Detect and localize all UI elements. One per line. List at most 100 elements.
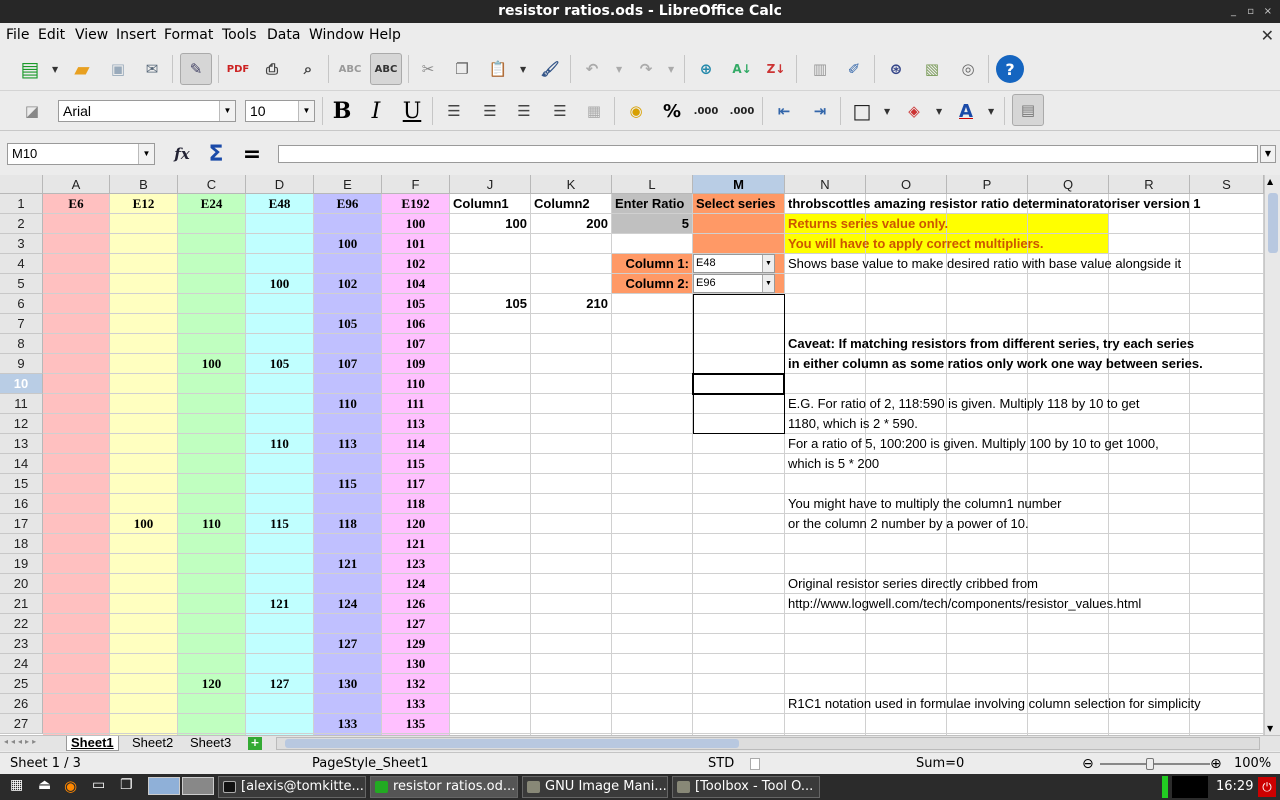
column-header-s[interactable]: S: [1190, 175, 1264, 194]
row-header-20[interactable]: 20: [0, 574, 43, 594]
column-header-c[interactable]: C: [178, 175, 246, 194]
sort-ascending-icon[interactable]: A↓: [728, 55, 756, 83]
column-header-m[interactable]: M: [693, 175, 785, 194]
menu-tools[interactable]: Tools: [222, 27, 257, 43]
new-dropdown-icon[interactable]: ▼: [52, 65, 58, 74]
draw-functions-icon[interactable]: ✐: [840, 55, 868, 83]
select-all-corner[interactable]: [0, 175, 43, 194]
chevron-down-icon[interactable]: ▼: [298, 101, 314, 121]
background-color-icon[interactable]: ◈: [900, 97, 928, 125]
workspace-1[interactable]: [148, 777, 180, 795]
row-header-12[interactable]: 12: [0, 414, 43, 434]
row-header-15[interactable]: 15: [0, 474, 43, 494]
zoom-in-icon[interactable]: ⊕: [1210, 753, 1222, 775]
undo-dropdown-icon[interactable]: ▼: [616, 65, 622, 74]
row-header-3[interactable]: 3: [0, 234, 43, 254]
vertical-scrollbar[interactable]: ▲ ▼: [1264, 175, 1280, 735]
row-header-22[interactable]: 22: [0, 614, 43, 634]
column-header-k[interactable]: K: [531, 175, 612, 194]
maximize-button[interactable]: ▫: [1247, 0, 1254, 23]
column-header-p[interactable]: P: [947, 175, 1028, 194]
spreadsheet-grid[interactable]: ABCDEFJKLMNOPQRS 1 2 3 4 5 6 7 8 9 10 11 12 13 14 15 16…: [0, 175, 1264, 735]
borders-icon[interactable]: □: [848, 97, 876, 125]
background-dropdown-icon[interactable]: ▼: [936, 107, 942, 116]
align-center-icon[interactable]: ☰: [476, 97, 504, 125]
font-color-dropdown-icon[interactable]: ▼: [988, 107, 994, 116]
tab-sheet1[interactable]: Sheet1: [66, 736, 119, 751]
row-header-13[interactable]: 13: [0, 434, 43, 454]
power-icon[interactable]: ⏻: [1258, 777, 1276, 797]
close-window-button[interactable]: ×: [1264, 0, 1272, 23]
data-sources-icon[interactable]: ◎: [954, 55, 982, 83]
tab-navigation-icon[interactable]: ◂◂◂▸▸: [4, 737, 39, 746]
formula-input[interactable]: [278, 145, 1258, 163]
save-icon[interactable]: ▣: [104, 55, 132, 83]
app-menu-icon[interactable]: ▦: [10, 777, 23, 793]
menu-help[interactable]: Help: [369, 27, 401, 43]
zoom-level[interactable]: 100%: [1234, 753, 1271, 775]
row-header-19[interactable]: 19: [0, 554, 43, 574]
zoom-slider-handle[interactable]: [1146, 758, 1154, 770]
scroll-down-icon[interactable]: ▼: [1267, 724, 1273, 733]
row-header-6[interactable]: 6: [0, 294, 43, 314]
help-icon[interactable]: ?: [996, 55, 1024, 83]
copy-icon[interactable]: ❐: [448, 55, 476, 83]
export-pdf-icon[interactable]: PDF: [224, 55, 252, 83]
sum-display[interactable]: Sum=0: [916, 753, 964, 775]
page-style[interactable]: PageStyle_Sheet1: [312, 753, 428, 775]
cell-k2[interactable]: 200: [534, 214, 608, 234]
row-header-10[interactable]: 10: [0, 374, 43, 394]
row-header-1[interactable]: 1: [0, 194, 43, 214]
row-header-26[interactable]: 26: [0, 694, 43, 714]
sidebar-toggle-icon[interactable]: ▤: [1012, 94, 1044, 126]
row-header-7[interactable]: 7: [0, 314, 43, 334]
show-desktop-icon[interactable]: ❐: [120, 777, 133, 793]
delete-decimal-button[interactable]: .000: [728, 97, 756, 125]
new-document-icon[interactable]: ▤: [16, 55, 44, 83]
email-icon[interactable]: ✉: [138, 55, 166, 83]
italic-button[interactable]: I: [362, 97, 390, 125]
firefox-icon[interactable]: ◉: [64, 777, 77, 795]
column2-series-dropdown[interactable]: E96 ▼: [693, 274, 775, 293]
row-header-2[interactable]: 2: [0, 214, 43, 234]
increase-indent-icon[interactable]: ⇥: [806, 97, 834, 125]
zoom-slider[interactable]: [1100, 763, 1210, 765]
chevron-down-icon[interactable]: ▼: [219, 101, 235, 121]
chevron-down-icon[interactable]: ▼: [762, 275, 774, 292]
terminal-icon[interactable]: ▭: [92, 777, 105, 793]
sum-icon[interactable]: Σ: [202, 140, 230, 168]
menu-edit[interactable]: Edit: [38, 27, 65, 43]
print-icon[interactable]: ⎙: [258, 55, 286, 83]
percent-button[interactable]: %: [658, 97, 686, 125]
row-header-5[interactable]: 5: [0, 274, 43, 294]
menu-data[interactable]: Data: [267, 27, 300, 43]
row-header-11[interactable]: 11: [0, 394, 43, 414]
row-header-25[interactable]: 25: [0, 674, 43, 694]
cut-icon[interactable]: ✂: [414, 55, 442, 83]
column-header-j[interactable]: J: [450, 175, 531, 194]
row-header-21[interactable]: 21: [0, 594, 43, 614]
chevron-down-icon[interactable]: ▼: [138, 144, 154, 164]
autospellcheck-icon[interactable]: ABC: [370, 53, 402, 85]
close-document-icon[interactable]: ✕: [1261, 26, 1274, 45]
navigator-icon[interactable]: ⊛: [882, 55, 910, 83]
redo-dropdown-icon[interactable]: ▼: [668, 65, 674, 74]
sort-descending-icon[interactable]: Z↓: [762, 55, 790, 83]
paste-icon[interactable]: 📋: [484, 55, 512, 83]
column1-series-dropdown[interactable]: E48 ▼: [693, 254, 775, 273]
gallery-icon[interactable]: ▧: [918, 55, 946, 83]
horizontal-scrollbar[interactable]: [276, 737, 1260, 750]
currency-icon[interactable]: ◉: [622, 97, 650, 125]
task-toolbox[interactable]: [Toolbox - Tool O...: [672, 776, 820, 798]
merge-cells-icon[interactable]: ▦: [580, 97, 608, 125]
vertical-scroll-thumb[interactable]: [1268, 193, 1278, 253]
column-header-l[interactable]: L: [612, 175, 693, 194]
menu-format[interactable]: Format: [164, 27, 213, 43]
redo-icon[interactable]: ↷: [632, 55, 660, 83]
cell-j2[interactable]: 100: [453, 214, 527, 234]
bold-button[interactable]: B: [328, 97, 356, 125]
justify-icon[interactable]: ☰: [546, 97, 574, 125]
menu-window[interactable]: Window: [309, 27, 364, 43]
row-header-23[interactable]: 23: [0, 634, 43, 654]
font-name-combo[interactable]: Arial ▼: [58, 100, 236, 122]
